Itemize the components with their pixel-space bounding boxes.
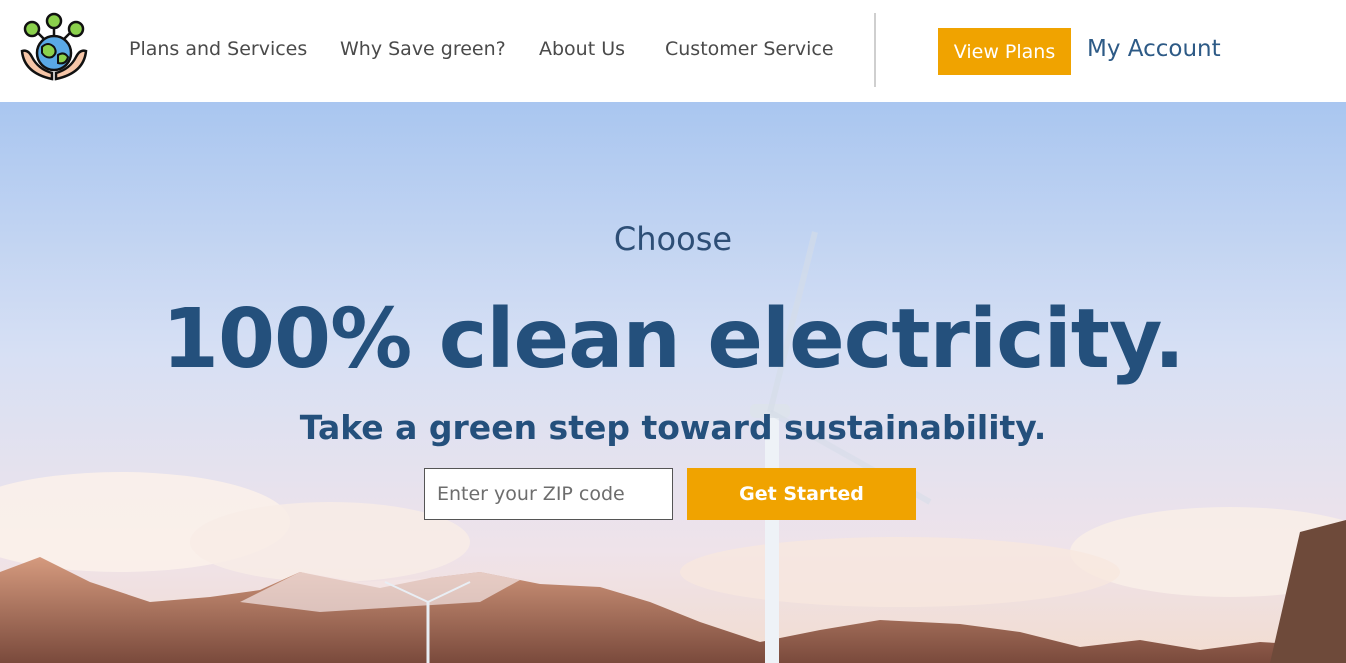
hero-section: Choose 100% clean electricity. Take a gr… [0, 102, 1346, 663]
earth-in-hands-icon[interactable] [18, 11, 90, 83]
nav-customer-service[interactable]: Customer Service [665, 38, 834, 60]
nav-why-save-green[interactable]: Why Save green? [340, 38, 506, 60]
nav-plans-and-services[interactable]: Plans and Services [129, 38, 307, 60]
view-plans-button[interactable]: View Plans [938, 28, 1071, 75]
hero-eyebrow: Choose [613, 220, 733, 258]
my-account-link[interactable]: My Account [1087, 36, 1221, 62]
hero-subhead: Take a green step toward sustainability. [299, 408, 1047, 447]
zip-code-input[interactable] [424, 468, 673, 520]
top-navigation-bar: Plans and Services Why Save green? About… [0, 0, 1346, 102]
hero-headline: 100% clean electricity. [161, 292, 1185, 387]
get-started-button[interactable]: Get Started [687, 468, 916, 520]
nav-about-us[interactable]: About Us [539, 38, 625, 60]
nav-divider [874, 13, 876, 87]
